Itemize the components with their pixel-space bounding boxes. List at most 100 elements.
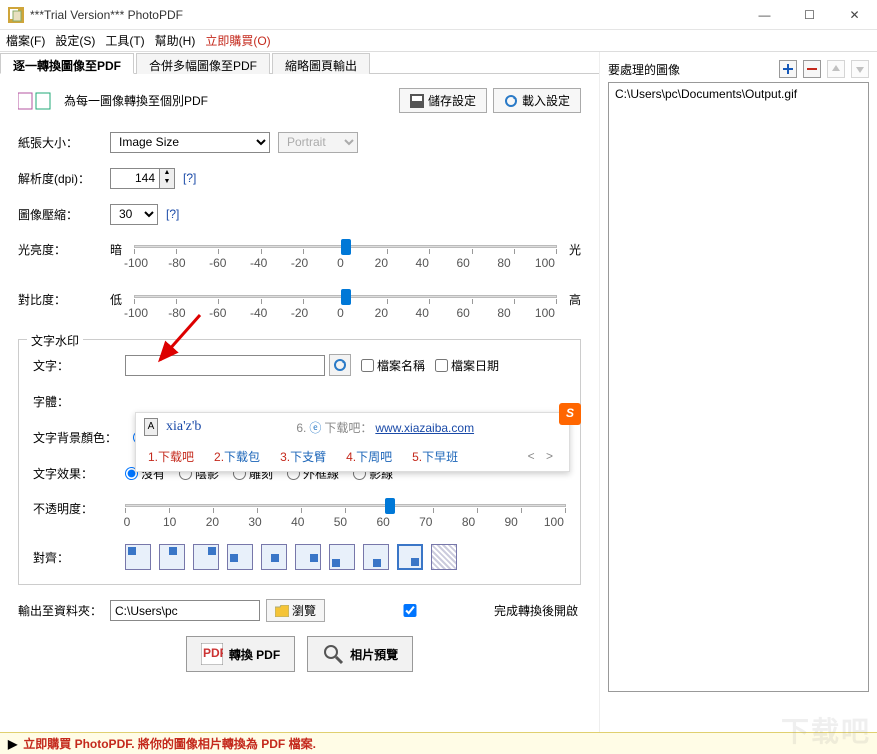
move-down-button[interactable] xyxy=(851,60,869,78)
footer-buy-text[interactable]: 立即購買 PhotoPDF. 將你的圖像相片轉換為 PDF 檔案. xyxy=(23,735,316,752)
menu-settings[interactable]: 設定(S) xyxy=(55,32,95,49)
dpi-input[interactable] xyxy=(110,168,160,189)
annotation-arrow xyxy=(150,310,210,370)
dpi-label: 解析度(dpi)： xyxy=(18,170,110,187)
brightness-label: 光亮度： xyxy=(18,239,110,258)
save-icon xyxy=(410,94,424,108)
save-settings-label: 儲存設定 xyxy=(428,92,476,109)
tab-thumbnail[interactable]: 縮略圖頁輸出 xyxy=(272,53,370,74)
ime-page-nav[interactable]: < > xyxy=(528,449,557,463)
align-br[interactable] xyxy=(397,544,423,570)
menu-help[interactable]: 幫助(H) xyxy=(155,32,196,49)
folder-icon xyxy=(275,605,289,617)
ime-composition: xia'z'b xyxy=(166,419,201,435)
load-settings-button[interactable]: 載入設定 xyxy=(493,88,581,113)
title-bar: ***Trial Version*** PhotoPDF — ☐ ✕ xyxy=(0,0,877,30)
wm-font-label: 字體： xyxy=(33,393,125,410)
contrast-high-label: 高 xyxy=(557,289,581,308)
cb-filename[interactable]: 檔案名稱 xyxy=(361,357,425,374)
filelist-title: 要處理的圖像 xyxy=(608,61,773,78)
magnifier-icon xyxy=(322,643,344,665)
load-settings-label: 載入設定 xyxy=(522,92,570,109)
tab-convert-individually[interactable]: 逐一轉換圖像至PDF xyxy=(0,53,134,74)
dpi-spinner[interactable]: ▲▼ xyxy=(160,168,175,189)
file-list-item[interactable]: C:\Users\pc\Documents\Output.gif xyxy=(615,87,862,101)
ime-font-button[interactable]: A xyxy=(144,418,158,436)
menu-bar: 檔案(F) 設定(S) 工具(T) 幫助(H) 立即購買(O) xyxy=(0,30,877,52)
menu-tools[interactable]: 工具(T) xyxy=(105,32,144,49)
orientation-select: Portrait xyxy=(278,132,358,153)
output-folder-input[interactable] xyxy=(110,600,260,621)
wm-bgcolor-label: 文字背景顏色： xyxy=(33,429,133,446)
align-mc[interactable] xyxy=(261,544,287,570)
align-mr[interactable] xyxy=(295,544,321,570)
wm-text-label: 文字： xyxy=(33,357,125,374)
move-up-button[interactable] xyxy=(827,60,845,78)
svg-text:PDF: PDF xyxy=(203,646,223,660)
mode-description: 為每一圖像轉換至個別PDF xyxy=(64,92,393,109)
opacity-thumb[interactable] xyxy=(385,498,395,514)
align-tl[interactable] xyxy=(125,544,151,570)
compression-label: 圖像壓縮： xyxy=(18,206,110,223)
watermark-legend: 文字水印 xyxy=(27,332,83,349)
pdf-icon: PDF xyxy=(201,643,223,665)
save-settings-button[interactable]: 儲存設定 xyxy=(399,88,487,113)
refresh-icon xyxy=(333,358,347,372)
close-button[interactable]: ✕ xyxy=(832,0,877,29)
menu-file[interactable]: 檔案(F) xyxy=(6,32,45,49)
dpi-help-link[interactable]: [?] xyxy=(183,171,196,185)
tab-merge[interactable]: 合併多幅圖像至PDF xyxy=(136,53,270,74)
output-folder-label: 輸出至資料夾： xyxy=(18,602,110,619)
contrast-label: 對比度： xyxy=(18,289,110,308)
wm-reset-button[interactable] xyxy=(329,354,351,376)
ime-popup: S A xia'z'b 6. ⓔ 下载吧： www.xiazaiba.com 1… xyxy=(135,412,570,472)
align-ml[interactable] xyxy=(227,544,253,570)
contrast-thumb[interactable] xyxy=(341,289,351,305)
align-bl[interactable] xyxy=(329,544,355,570)
sogou-logo-icon: S xyxy=(559,403,581,425)
footer-arrow-icon: ▶ xyxy=(8,737,17,751)
brightness-slider[interactable]: -100-80-60-40-20020406080100 xyxy=(134,239,557,271)
compression-select[interactable]: 30 xyxy=(110,204,158,225)
pages-icon xyxy=(18,92,54,110)
tab-bar: 逐一轉換圖像至PDF 合併多幅圖像至PDF 縮略圖頁輸出 xyxy=(0,52,599,74)
minus-icon xyxy=(806,63,818,75)
ime-cand-2[interactable]: 2.下载包 xyxy=(214,448,260,465)
ime-cand-3[interactable]: 3.下支臂 xyxy=(280,448,326,465)
minimize-button[interactable]: — xyxy=(742,0,787,29)
remove-file-button[interactable] xyxy=(803,60,821,78)
convert-pdf-button[interactable]: PDF 轉換 PDF xyxy=(186,636,295,672)
align-tr[interactable] xyxy=(193,544,219,570)
ime-cand-5[interactable]: 5.下早班 xyxy=(412,448,458,465)
brightness-high-label: 光 xyxy=(557,239,581,258)
brightness-thumb[interactable] xyxy=(341,239,351,255)
paper-size-label: 紙張大小： xyxy=(18,134,110,151)
reload-icon xyxy=(504,94,518,108)
add-file-button[interactable] xyxy=(779,60,797,78)
arrow-up-icon xyxy=(830,63,842,75)
wm-opacity-slider[interactable]: 0102030405060708090100 xyxy=(125,498,566,530)
align-tc[interactable] xyxy=(159,544,185,570)
plus-icon xyxy=(782,63,794,75)
wm-opacity-label: 不透明度： xyxy=(33,498,125,517)
maximize-button[interactable]: ☐ xyxy=(787,0,832,29)
ime-hint[interactable]: 6. ⓔ 下载吧： www.xiazaiba.com xyxy=(209,419,561,436)
arrow-down-icon xyxy=(854,63,866,75)
compression-help-link[interactable]: [?] xyxy=(166,207,179,221)
preview-button[interactable]: 相片預覽 xyxy=(307,636,413,672)
window-title: ***Trial Version*** PhotoPDF xyxy=(30,8,742,22)
ime-cand-1[interactable]: 1.下载吧 xyxy=(148,448,194,465)
ime-cand-4[interactable]: 4.下周吧 xyxy=(346,448,392,465)
align-bc[interactable] xyxy=(363,544,389,570)
menu-buynow[interactable]: 立即購買(O) xyxy=(205,32,270,49)
footer-bar: ▶ 立即購買 PhotoPDF. 將你的圖像相片轉換為 PDF 檔案. xyxy=(0,732,877,754)
app-icon xyxy=(8,7,24,23)
paper-size-select[interactable]: Image Size xyxy=(110,132,270,153)
align-tile[interactable] xyxy=(431,544,457,570)
cb-filedate[interactable]: 檔案日期 xyxy=(435,357,499,374)
wm-align-label: 對齊： xyxy=(33,549,125,566)
browse-button[interactable]: 瀏覽 xyxy=(266,599,325,622)
cb-open-after[interactable]: 完成轉換後開啟 xyxy=(335,602,578,619)
file-list[interactable]: C:\Users\pc\Documents\Output.gif xyxy=(608,82,869,692)
convert-label: 轉換 PDF xyxy=(229,646,280,663)
